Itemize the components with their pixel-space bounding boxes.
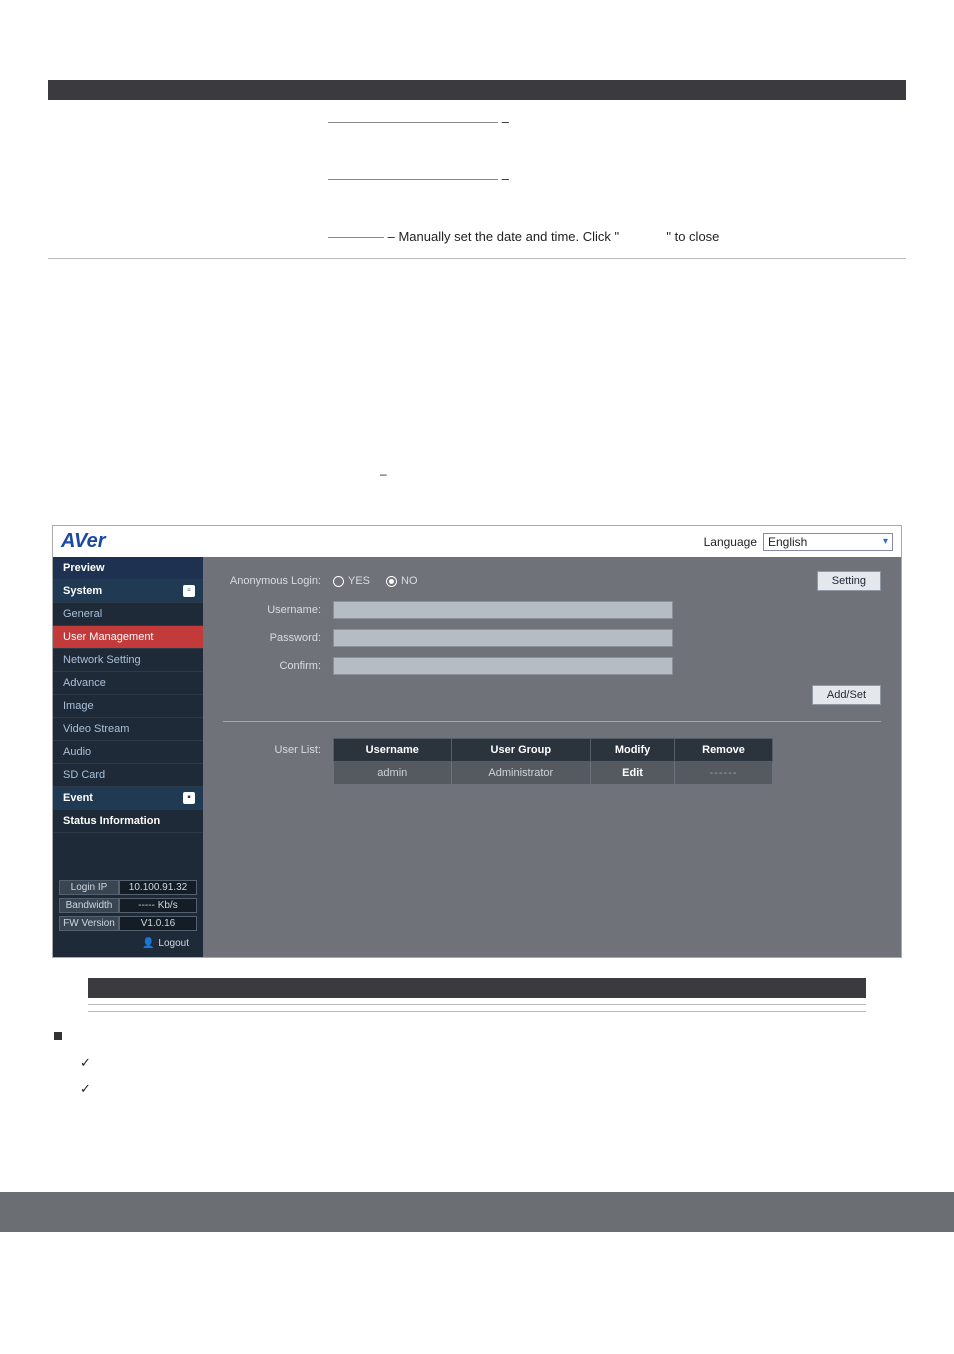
section-divider-bar [88,978,866,998]
bottom-bullet-list: ✓ ✓ [54,1024,906,1102]
cell-remove: ------ [675,762,773,785]
footer-bar [0,1192,954,1232]
manual-set-text-suffix: " to close [666,229,719,244]
logout-label: Logout [158,938,189,949]
no-label: NO [401,575,418,587]
yes-label: YES [348,575,370,587]
sidebar-item-system[interactable]: System ▫ [53,580,203,603]
logo-ver: Ver [74,530,106,552]
sidebar-event-label: Event [63,792,93,804]
square-bullet-icon [54,1032,62,1040]
sidebar: Preview System ▫ General User Management… [53,557,203,957]
logout-button[interactable]: 👤 Logout [59,934,197,953]
username-label: Username: [223,604,333,616]
cell-username: admin [334,762,452,785]
dash-sep-1: – [498,114,509,129]
anonymous-yes-radio[interactable]: YES [333,575,370,587]
sidebar-item-general[interactable]: General [53,603,203,626]
status-login-ip-value: 10.100.91.32 [119,880,197,895]
mid-dash: – [380,467,387,481]
password-label: Password: [223,632,333,644]
status-bandwidth-label: Bandwidth [59,898,119,913]
sidebar-system-label: System [63,585,102,597]
status-fw-label: FW Version [59,916,119,931]
col-username: Username [334,739,452,762]
sidebar-item-audio[interactable]: Audio [53,741,203,764]
edit-button[interactable]: Edit [591,762,675,785]
username-input[interactable] [333,601,673,619]
sidebar-item-status-info[interactable]: Status Information [53,810,203,833]
upper-text-block: – – – Manually set the date and time. Cl… [48,110,906,248]
sidebar-item-advance[interactable]: Advance [53,672,203,695]
col-usergroup: User Group [451,739,590,762]
language-value: English [768,535,807,549]
chevron-down-icon: ▾ [883,536,888,547]
logo-a: A [61,530,74,552]
user-list-label: User List: [223,738,333,785]
dash-sep-2: – [498,171,509,186]
sidebar-item-sd-card[interactable]: SD Card [53,764,203,787]
status-fw-value: V1.0.16 [119,916,197,931]
sidebar-item-preview[interactable]: Preview [53,557,203,580]
app-header: AVer Language English ▾ [53,526,901,557]
sidebar-item-video-stream[interactable]: Video Stream [53,718,203,741]
check-icon: ✓ [80,1055,91,1070]
sidebar-item-image[interactable]: Image [53,695,203,718]
check-icon: ✓ [80,1081,91,1096]
section-header-bar [48,80,906,100]
setting-button[interactable]: Setting [817,571,881,591]
expand-icon: ▪ [183,792,195,804]
col-remove: Remove [675,739,773,762]
sidebar-item-user-management[interactable]: User Management [53,626,203,649]
anonymous-no-radio[interactable]: NO [386,575,418,587]
anonymous-login-label: Anonymous Login: [223,575,333,587]
sidebar-item-event[interactable]: Event ▪ [53,787,203,810]
manual-set-text: – Manually set the date and time. Click … [384,229,619,244]
add-set-button[interactable]: Add/Set [812,685,881,705]
col-modify: Modify [591,739,675,762]
radio-on-icon [386,576,397,587]
status-panel: Login IP 10.100.91.32 Bandwidth ----- Kb… [53,876,203,957]
cell-usergroup: Administrator [451,762,590,785]
app-window: AVer Language English ▾ Preview System ▫ [52,525,902,958]
logout-icon: 👤 [142,938,154,949]
status-bandwidth-value: ----- Kb/s [119,898,197,913]
user-list-table: Username User Group Modify Remove admin … [333,738,773,785]
status-login-ip-label: Login IP [59,880,119,895]
table-row: admin Administrator Edit ------ [334,762,773,785]
password-input[interactable] [333,629,673,647]
sidebar-item-network[interactable]: Network Setting [53,649,203,672]
collapse-icon: ▫ [183,585,195,597]
language-label: Language [704,535,757,549]
confirm-label: Confirm: [223,660,333,672]
language-select[interactable]: English ▾ [763,533,893,551]
main-panel: Anonymous Login: YES NO Setting Username [203,557,901,957]
logo: AVer [61,530,105,553]
radio-off-icon [333,576,344,587]
confirm-input[interactable] [333,657,673,675]
